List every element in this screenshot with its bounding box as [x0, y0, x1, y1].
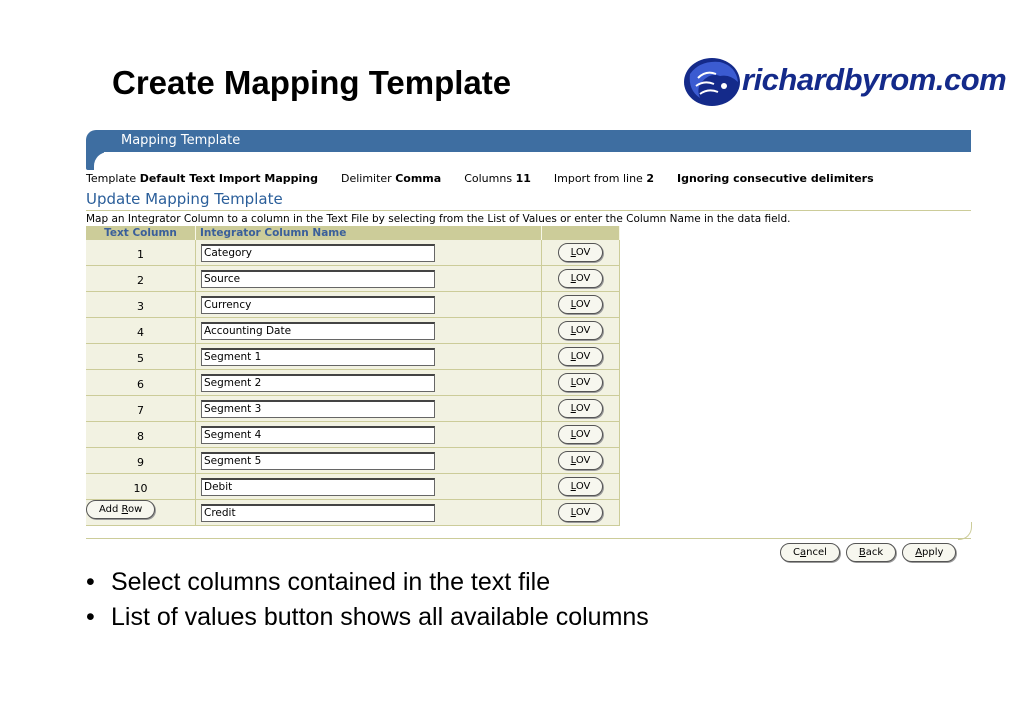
table-row: 9 LOV — [86, 447, 620, 474]
text-column-number: 4 — [86, 317, 196, 344]
section-divider — [86, 210, 971, 211]
cancel-button[interactable]: Cancel — [780, 543, 840, 562]
lov-button[interactable]: LOV — [557, 477, 604, 496]
integrator-column-field[interactable] — [201, 373, 435, 392]
lion-logo-icon — [684, 58, 740, 106]
import-value: 2 — [646, 172, 654, 185]
integrator-column-field[interactable] — [201, 399, 435, 418]
integrator-column-field[interactable] — [201, 451, 435, 470]
ignoring-text: Ignoring consecutive delimiters — [676, 172, 874, 185]
delimiter-label: Delimiter — [340, 172, 392, 185]
text-column-number: 2 — [86, 265, 196, 292]
table-row: 7 LOV — [86, 395, 620, 422]
bullet-item: • Select columns contained in the text fi… — [86, 568, 551, 596]
delimiter-value: Comma — [395, 172, 442, 185]
text-column-number: 6 — [86, 369, 196, 396]
columns-label: Columns — [464, 172, 513, 185]
text-column-number: 8 — [86, 421, 196, 448]
integrator-column-field[interactable] — [201, 269, 435, 288]
slide-title: Create Mapping Template — [112, 64, 512, 101]
lov-button[interactable]: LOV — [557, 243, 604, 262]
template-label: Template — [86, 172, 137, 185]
footer-divider — [86, 538, 971, 539]
table-row: 5 LOV — [86, 343, 620, 370]
integrator-column-field[interactable] — [201, 321, 435, 340]
table-row: 10 LOV — [86, 473, 620, 500]
lov-button[interactable]: LOV — [557, 425, 604, 444]
bullet-list: • Select columns contained in the text fi… — [86, 566, 649, 636]
header-lov — [541, 226, 620, 240]
import-label: Import from line — [553, 172, 643, 185]
lov-button[interactable]: LOV — [557, 269, 604, 288]
table-header-row: Text Column Integrator Column Name — [86, 226, 620, 240]
table-row: 11LOV — [86, 499, 620, 526]
integrator-column-field[interactable] — [201, 243, 435, 262]
text-column-number: 7 — [86, 395, 196, 422]
section-title: Update Mapping Template — [86, 190, 283, 208]
table-row: 1 LOV — [86, 240, 620, 266]
template-value: Default Text Import Mapping — [139, 172, 318, 185]
table-row: 4 LOV — [86, 317, 620, 344]
text-column-number: 10 — [86, 473, 196, 500]
header-integrator-column-name: Integrator Column Name — [195, 226, 542, 240]
bullet-item: • List of values button shows all availab… — [86, 603, 649, 631]
text-column-number: 5 — [86, 343, 196, 370]
integrator-column-field[interactable] — [201, 503, 435, 522]
mapping-table: Text Column Integrator Column Name 1LOV2… — [86, 226, 620, 526]
table-row: 6 LOV — [86, 369, 620, 396]
integrator-column-field[interactable] — [201, 295, 435, 314]
lov-button[interactable]: LOV — [557, 295, 604, 314]
table-row: 2 LOV — [86, 265, 620, 292]
app-header: Mapping Template — [86, 130, 971, 170]
text-column-number: 9 — [86, 447, 196, 474]
text-column-number: 3 — [86, 291, 196, 318]
integrator-column-field[interactable] — [201, 477, 435, 496]
apply-button[interactable]: Apply — [902, 543, 957, 562]
text-column-number: 1 — [86, 240, 196, 266]
table-row: 8 LOV — [86, 421, 620, 448]
template-info: Template Default Text Import Mapping Del… — [86, 172, 874, 185]
app-header-title: Mapping Template — [121, 133, 241, 148]
lov-button[interactable]: LOV — [557, 321, 604, 340]
integrator-column-field[interactable] — [201, 425, 435, 444]
lov-button[interactable]: LOV — [557, 503, 604, 522]
back-button[interactable]: Back — [845, 543, 897, 562]
instructions-text: Map an Integrator Column to a column in … — [86, 213, 791, 225]
integrator-column-field[interactable] — [201, 347, 435, 366]
action-buttons: Cancel Back Apply — [780, 542, 962, 562]
add-row-button[interactable]: Add Row — [86, 500, 156, 519]
lov-button[interactable]: LOV — [557, 451, 604, 470]
columns-value: 11 — [515, 172, 531, 185]
header-text-column: Text Column — [86, 226, 196, 240]
richardbyrom-logo: richardbyrom.com — [680, 52, 1014, 110]
lov-button[interactable]: LOV — [557, 399, 604, 418]
lov-button[interactable]: LOV — [557, 347, 604, 366]
logo-text: richardbyrom.com — [742, 62, 1007, 97]
lov-button[interactable]: LOV — [557, 373, 604, 392]
table-row: 3 LOV — [86, 291, 620, 318]
